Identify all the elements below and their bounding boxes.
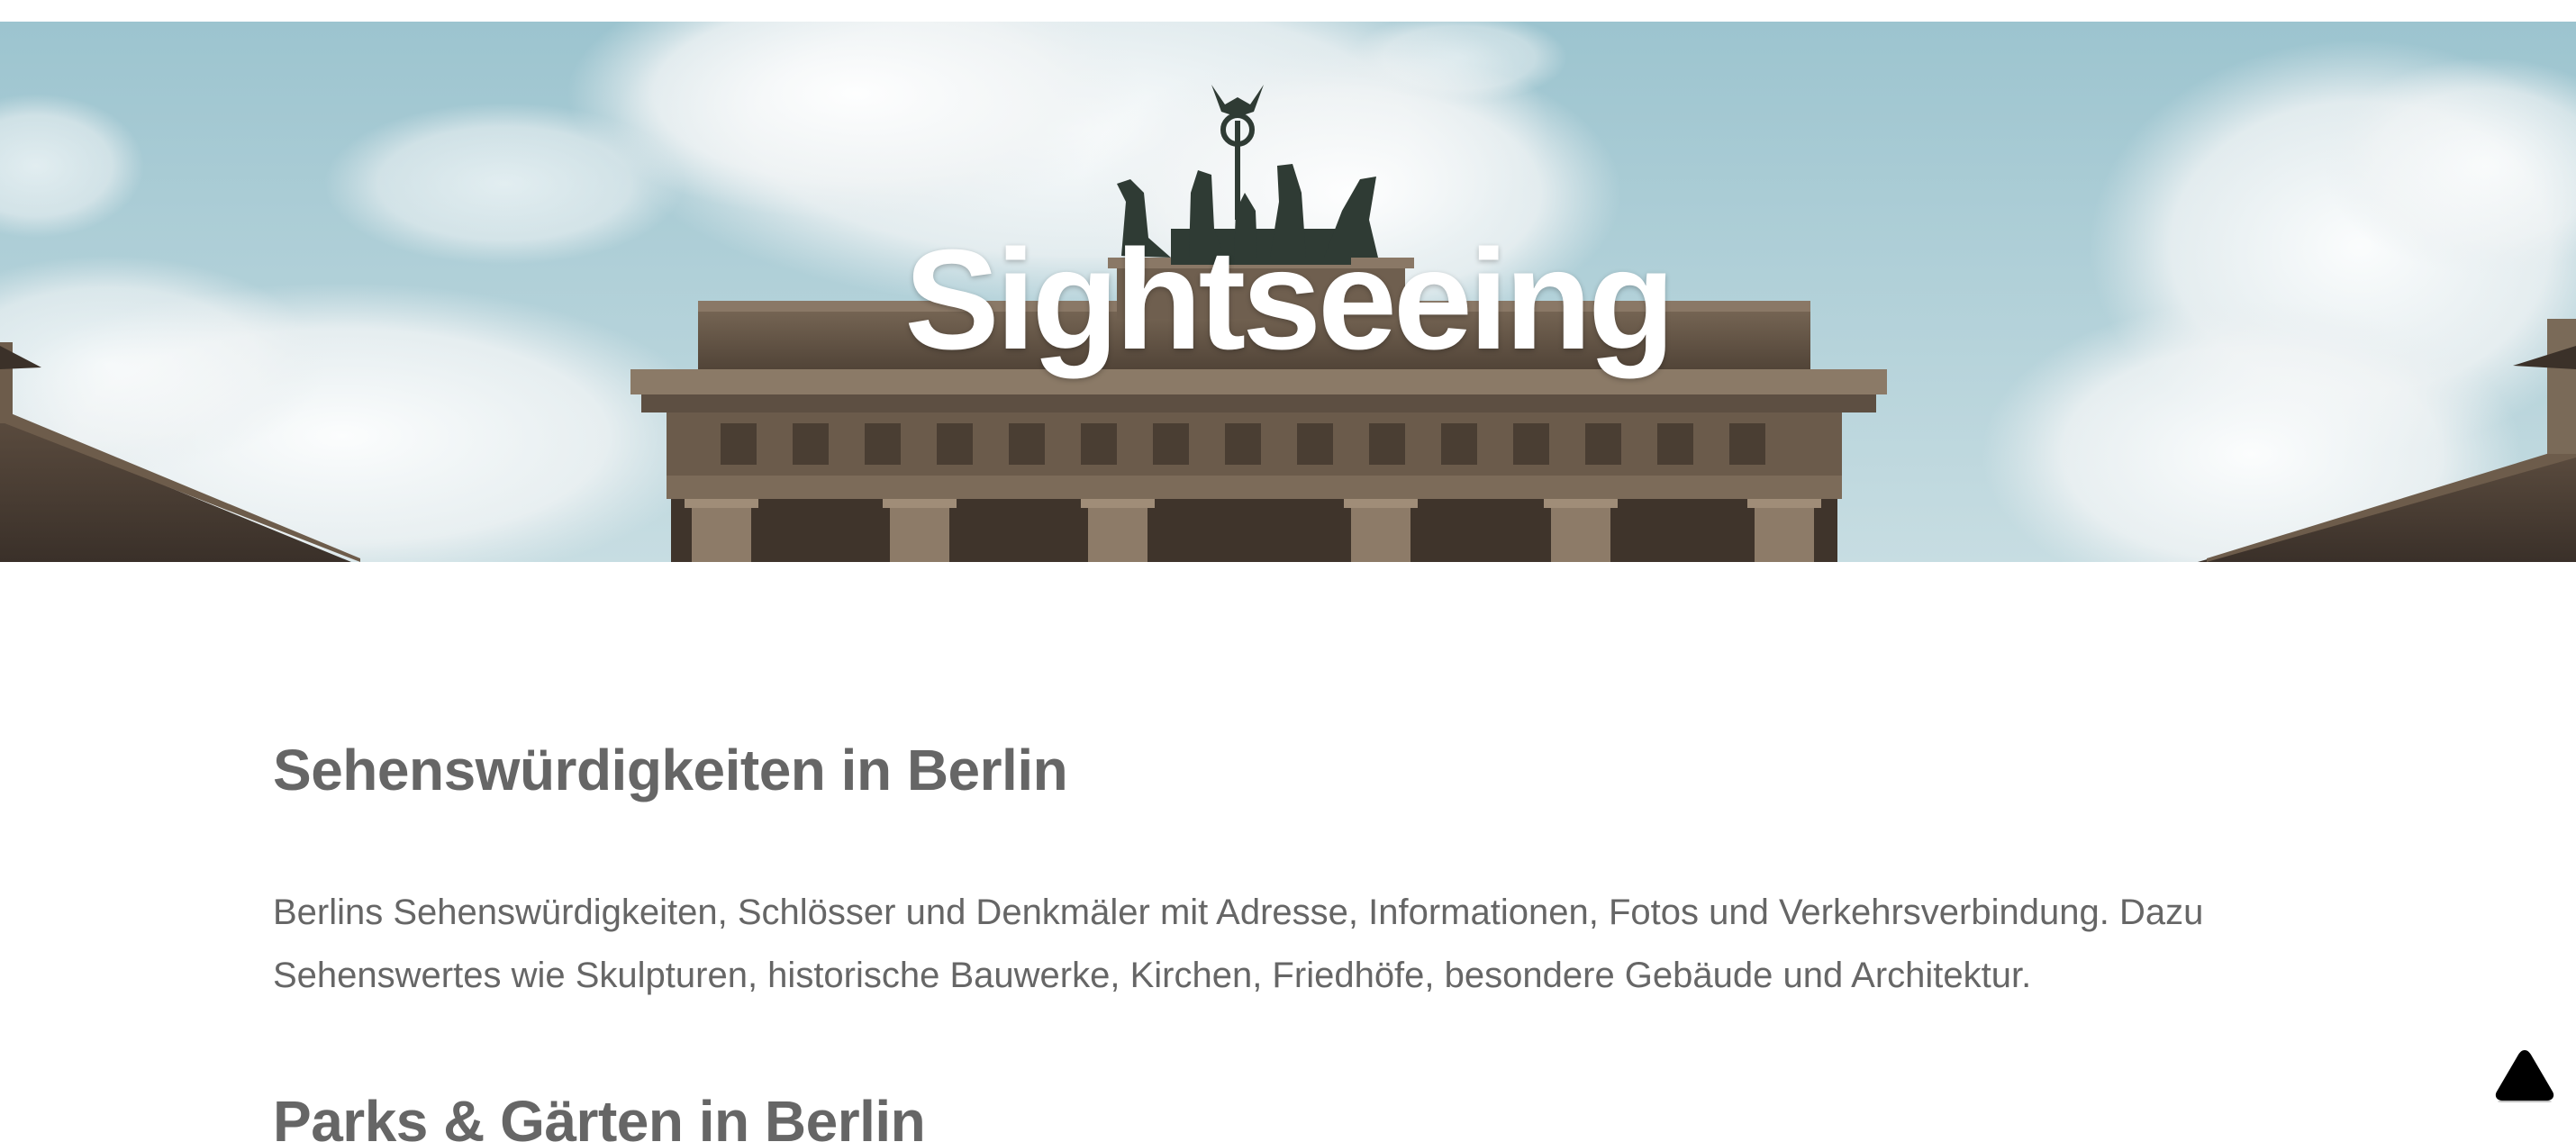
- section-heading-parks[interactable]: Parks & Gärten in Berlin: [273, 1090, 2308, 1142]
- section-description-sights: Berlins Sehenswürdigkeiten, Schlösser un…: [273, 893, 2204, 996]
- hero-title: Sightseeing: [904, 221, 1674, 379]
- triangle-up-icon: [2495, 1050, 2554, 1103]
- top-strip: [0, 0, 2576, 22]
- scroll-to-top-button[interactable]: [2493, 1047, 2556, 1103]
- hero-banner: Sightseeing: [0, 22, 2576, 562]
- page: Sightseeing Sehenswürdigkeiten in Berlin…: [0, 0, 2576, 1142]
- section-heading-sights: Sehenswürdigkeiten in Berlin: [273, 738, 1068, 802]
- main-content: Sehenswürdigkeiten in Berlin Berlins Seh…: [273, 739, 2308, 1142]
